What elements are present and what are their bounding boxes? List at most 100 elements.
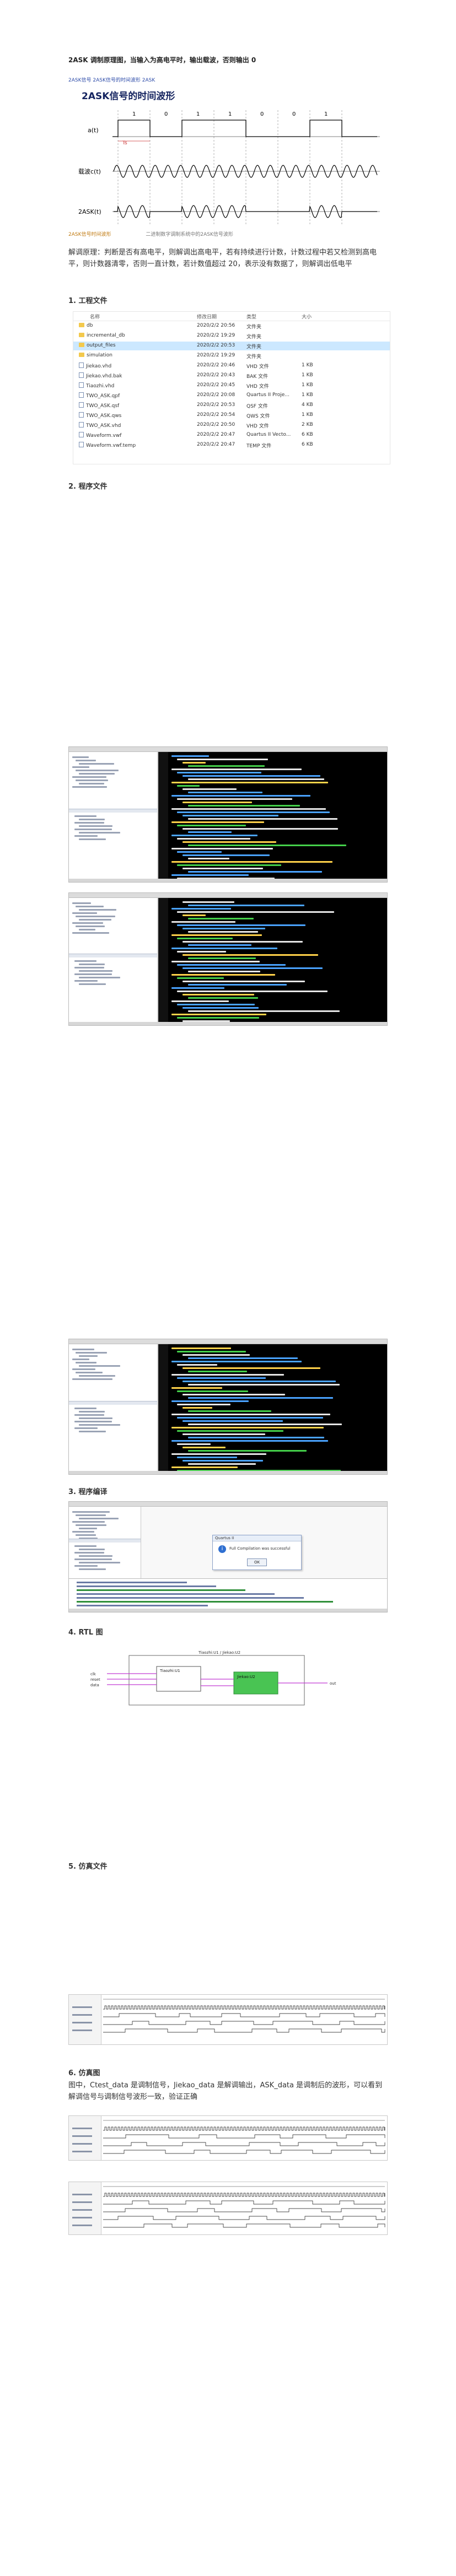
task-item[interactable] bbox=[79, 970, 112, 972]
nav-item[interactable] bbox=[72, 932, 109, 934]
task-item[interactable] bbox=[79, 832, 120, 834]
nav-item[interactable] bbox=[76, 780, 108, 781]
nav-item[interactable] bbox=[72, 776, 106, 778]
nav-item[interactable] bbox=[79, 1518, 119, 1519]
file-row[interactable]: TWO_ASK.qsf 2020/2/2 20:53 QSF 文件 4 KB bbox=[73, 401, 390, 410]
ide-screenshot-3[interactable] bbox=[68, 1339, 388, 1475]
task-item[interactable] bbox=[74, 973, 112, 975]
code-editor[interactable] bbox=[158, 898, 387, 1022]
nav-item[interactable] bbox=[79, 929, 95, 930]
ide-menubar[interactable] bbox=[69, 747, 387, 752]
task-item[interactable] bbox=[79, 1417, 112, 1419]
col-size[interactable]: 大小 bbox=[302, 313, 312, 320]
nav-item[interactable] bbox=[76, 760, 96, 761]
task-item[interactable] bbox=[79, 1555, 112, 1557]
nav-item[interactable] bbox=[76, 1372, 103, 1373]
col-name[interactable]: 名称 bbox=[90, 313, 100, 320]
nav-item[interactable] bbox=[76, 770, 119, 771]
nav-item[interactable] bbox=[76, 906, 104, 907]
task-item[interactable] bbox=[79, 1562, 120, 1563]
task-item[interactable] bbox=[79, 977, 120, 978]
nav-item[interactable] bbox=[76, 916, 115, 917]
project-navigator[interactable] bbox=[69, 1507, 141, 1579]
task-item[interactable] bbox=[79, 1424, 120, 1426]
sim-result-waveform-1[interactable] bbox=[68, 2115, 388, 2161]
file-row[interactable]: Waveform.vwf 2020/2/2 20:47 Quartus II Vec… bbox=[73, 431, 390, 440]
figure-link[interactable]: 2ASK信号 2ASK信号的时间波形 2ASK bbox=[68, 76, 155, 83]
task-item[interactable] bbox=[74, 835, 98, 837]
nav-item[interactable] bbox=[79, 1375, 115, 1377]
task-item[interactable] bbox=[74, 980, 98, 982]
task-item[interactable] bbox=[74, 1408, 96, 1409]
nav-item[interactable] bbox=[76, 1362, 96, 1363]
nav-item[interactable] bbox=[72, 1368, 95, 1370]
code-editor[interactable] bbox=[158, 1344, 387, 1471]
nav-item[interactable] bbox=[76, 1514, 106, 1516]
project-navigator[interactable] bbox=[69, 898, 158, 1022]
file-row[interactable]: Tiaozhi.vhd 2020/2/2 20:45 VHD 文件 1 KB bbox=[73, 381, 390, 390]
nav-item[interactable] bbox=[79, 1528, 97, 1529]
nav-item[interactable] bbox=[72, 1521, 105, 1523]
tasks-panel-header[interactable] bbox=[69, 954, 157, 957]
nav-item[interactable] bbox=[72, 902, 91, 904]
nav-item[interactable] bbox=[79, 783, 104, 784]
task-item[interactable] bbox=[79, 983, 106, 985]
task-item[interactable] bbox=[74, 829, 112, 830]
task-item[interactable] bbox=[74, 822, 104, 824]
col-type[interactable]: 类型 bbox=[246, 313, 256, 320]
task-item[interactable] bbox=[74, 1558, 112, 1560]
task-item[interactable] bbox=[74, 967, 104, 968]
nav-item[interactable] bbox=[76, 926, 105, 927]
nav-item[interactable] bbox=[72, 1511, 110, 1513]
task-item[interactable] bbox=[74, 1414, 104, 1416]
ok-button[interactable]: OK bbox=[247, 1558, 267, 1566]
task-item[interactable] bbox=[74, 815, 96, 817]
tasks-panel-header[interactable] bbox=[69, 1539, 141, 1543]
file-row[interactable]: incremental_db 2020/2/2 19:29 文件夹 bbox=[73, 332, 390, 340]
task-item[interactable] bbox=[79, 838, 106, 840]
task-item[interactable] bbox=[74, 960, 96, 962]
file-row[interactable]: Jiekao.vhd.bak 2020/2/2 20:43 BAK 文件 1 KB bbox=[73, 371, 390, 380]
nav-item[interactable] bbox=[72, 1531, 94, 1533]
file-row[interactable]: Waveform.vwf.temp 2020/2/2 20:47 TEMP 文件 6 … bbox=[73, 441, 390, 450]
ide-menubar[interactable] bbox=[69, 1502, 387, 1507]
task-item[interactable] bbox=[79, 825, 112, 827]
file-row[interactable]: TWO_ASK.qpf 2020/2/2 20:08 Quartus II Proj… bbox=[73, 391, 390, 400]
nav-item[interactable] bbox=[72, 922, 103, 924]
compile-screenshot[interactable]: Quartus II i Full Compilation was succes… bbox=[68, 1501, 388, 1612]
sim-file-waveform[interactable] bbox=[68, 1994, 388, 2045]
col-date[interactable]: 修改日期 bbox=[197, 313, 217, 320]
nav-item[interactable] bbox=[72, 1378, 112, 1380]
project-navigator[interactable] bbox=[69, 1344, 158, 1471]
sim-result-waveform-2[interactable] bbox=[68, 2182, 388, 2235]
success-dialog[interactable]: Quartus II i Full Compilation was succes… bbox=[212, 1535, 302, 1570]
task-item[interactable] bbox=[79, 1411, 105, 1413]
nav-item[interactable] bbox=[72, 756, 89, 758]
nav-item[interactable] bbox=[76, 1534, 96, 1536]
nav-item[interactable] bbox=[79, 909, 116, 911]
task-item[interactable] bbox=[74, 1552, 104, 1554]
nav-item[interactable] bbox=[72, 786, 107, 788]
file-row[interactable]: TWO_ASK.vhd 2020/2/2 20:50 VHD 文件 2 KB bbox=[73, 421, 390, 430]
tasks-panel-header[interactable] bbox=[69, 1401, 157, 1405]
task-item[interactable] bbox=[79, 1568, 106, 1570]
task-item[interactable] bbox=[74, 1427, 98, 1429]
file-row[interactable]: simulation 2020/2/2 19:29 文件夹 bbox=[73, 351, 390, 360]
task-item[interactable] bbox=[79, 964, 105, 965]
nav-item[interactable] bbox=[79, 919, 111, 921]
nav-item[interactable] bbox=[72, 1349, 94, 1350]
file-row[interactable]: TWO_ASK.qws 2020/2/2 20:54 QWS 文件 1 KB bbox=[73, 411, 390, 420]
file-row[interactable]: Jiekao.vhd 2020/2/2 20:46 VHD 文件 1 KB bbox=[73, 361, 390, 370]
code-editor[interactable] bbox=[158, 752, 387, 879]
nav-item[interactable] bbox=[79, 773, 115, 775]
file-row[interactable]: db 2020/2/2 20:56 文件夹 bbox=[73, 322, 390, 331]
ide-menubar[interactable] bbox=[69, 893, 387, 898]
nav-item[interactable] bbox=[72, 912, 97, 914]
nav-item[interactable] bbox=[72, 1359, 89, 1360]
message-log[interactable] bbox=[69, 1578, 387, 1609]
task-item[interactable] bbox=[79, 819, 105, 820]
nav-item[interactable] bbox=[79, 1355, 98, 1357]
nav-item[interactable] bbox=[72, 766, 89, 768]
nav-item[interactable] bbox=[79, 763, 114, 765]
nav-item[interactable] bbox=[79, 1365, 120, 1367]
